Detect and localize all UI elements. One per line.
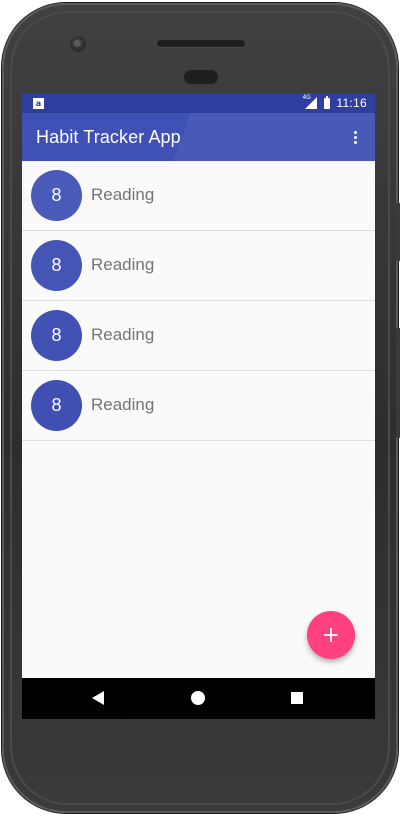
notification-icon: a <box>33 98 44 109</box>
battery-icon <box>324 95 331 109</box>
status-bar-right: 4G 11:16 <box>302 95 367 111</box>
back-icon[interactable] <box>92 691 104 705</box>
habit-list-item[interactable]: 8 Reading <box>22 301 375 371</box>
habit-name: Reading <box>91 325 155 344</box>
system-nav-bar <box>22 678 375 719</box>
volume-button <box>396 328 400 438</box>
speaker-grille <box>157 40 245 47</box>
app-screen: a 4G 11:16 Habit Tracker App 8 Reading 8… <box>22 93 375 719</box>
earpiece <box>184 70 218 84</box>
habit-list: 8 Reading 8 Reading 8 Reading 8 Reading <box>22 161 375 441</box>
habit-name: Reading <box>91 185 155 204</box>
front-camera <box>70 36 86 52</box>
home-icon[interactable] <box>191 691 205 705</box>
status-time: 11:16 <box>336 96 367 110</box>
more-vert-icon[interactable] <box>341 123 369 151</box>
recents-icon[interactable] <box>291 692 303 704</box>
signal-icon: 4G <box>302 95 318 109</box>
app-toolbar: Habit Tracker App <box>22 113 375 161</box>
habit-count-badge: 8 <box>31 170 82 221</box>
habit-list-item[interactable]: 8 Reading <box>22 371 375 441</box>
habit-count-badge: 8 <box>31 380 82 431</box>
add-habit-button[interactable]: + <box>307 611 355 659</box>
habit-count-badge: 8 <box>31 310 82 361</box>
habit-name: Reading <box>91 255 155 274</box>
habit-list-item[interactable]: 8 Reading <box>22 161 375 231</box>
app-title: Habit Tracker App <box>36 127 181 147</box>
habit-name: Reading <box>91 395 155 414</box>
power-button <box>396 203 400 261</box>
status-bar: a 4G 11:16 <box>22 93 375 113</box>
habit-count-badge: 8 <box>31 240 82 291</box>
habit-list-item[interactable]: 8 Reading <box>22 231 375 301</box>
